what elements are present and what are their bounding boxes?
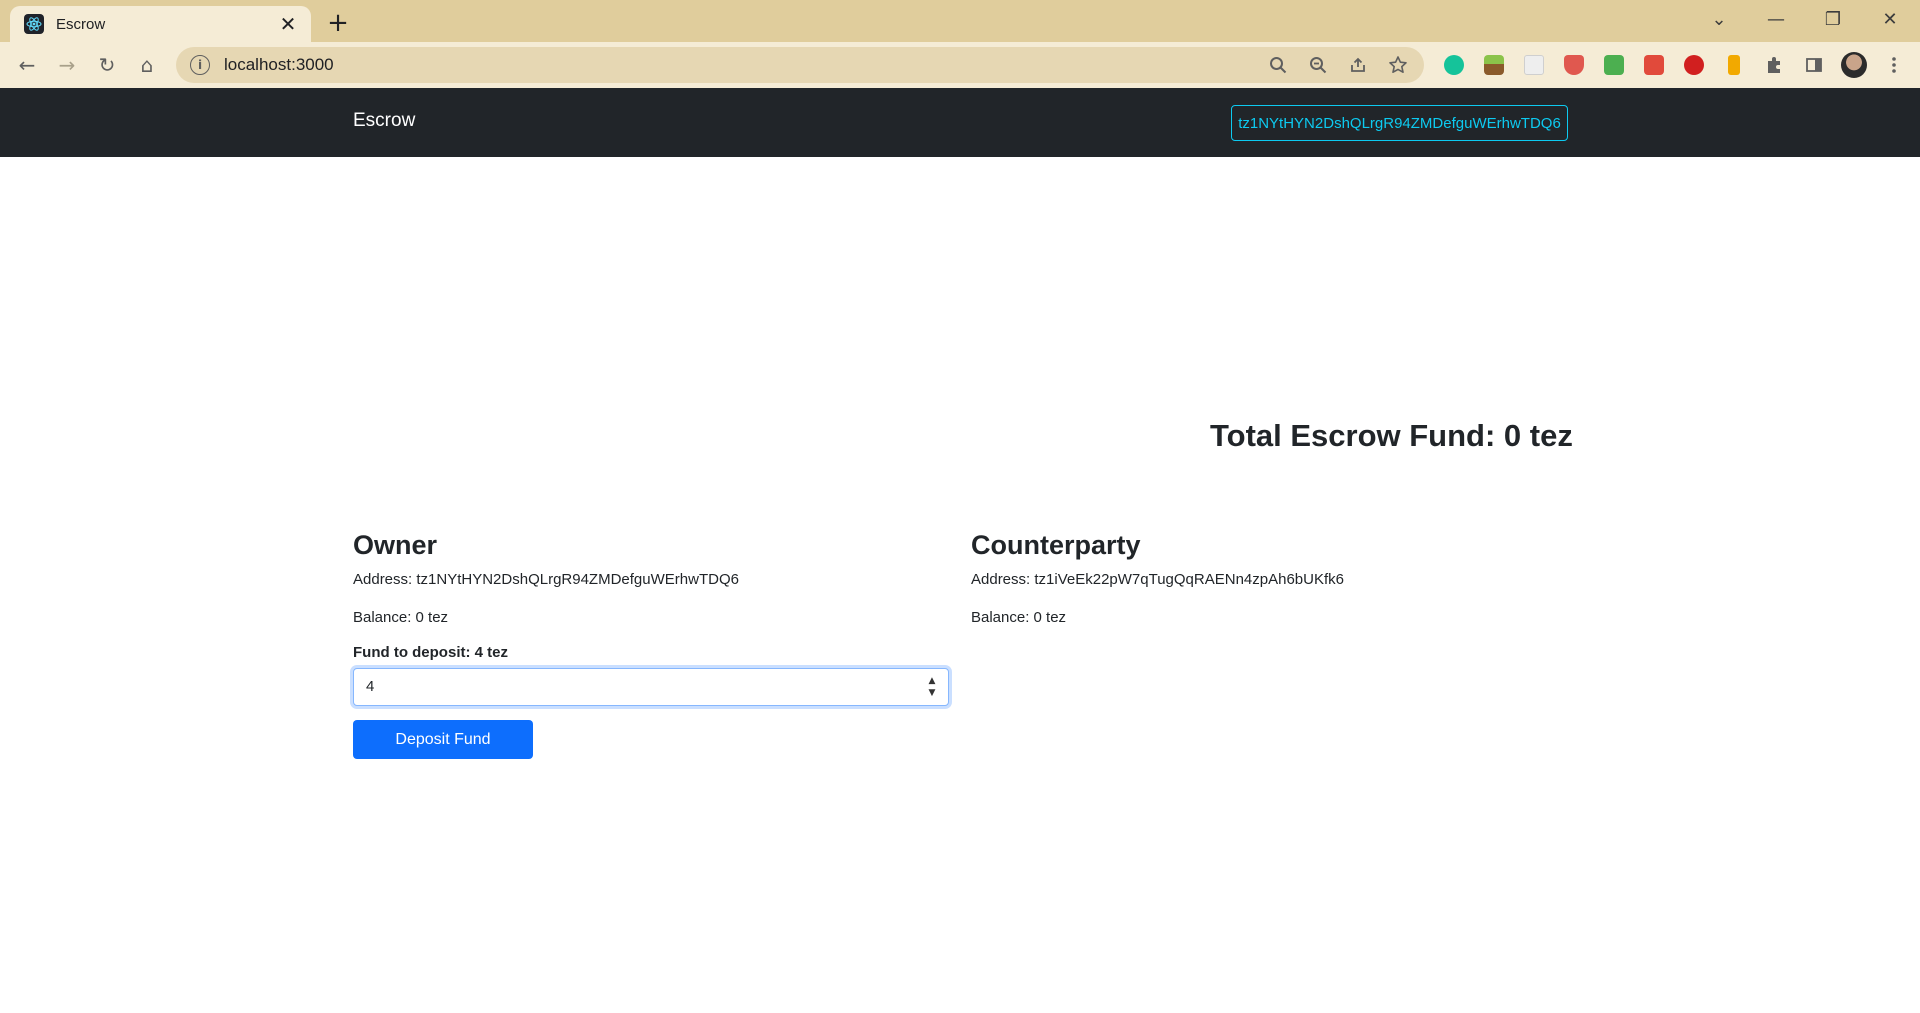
- grammarly-icon[interactable]: [1434, 47, 1474, 83]
- search-icon[interactable]: [1258, 47, 1298, 83]
- browser-chrome: Escrow ✕ + ⌄ — ❐ ✕ ← → ↻ ⌂ i localhost:3…: [0, 0, 1920, 88]
- omnibox-actions: [1258, 47, 1418, 83]
- extensions-bar: [1434, 47, 1914, 83]
- side-panel-icon[interactable]: [1794, 47, 1834, 83]
- extensions-puzzle-icon[interactable]: [1754, 47, 1794, 83]
- total-escrow-fund: Total Escrow Fund: 0 tez: [1210, 418, 1573, 453]
- extension-plant-icon[interactable]: [1474, 47, 1514, 83]
- counterparty-address: Address: tz1iVeEk22pW7qTugQqRAENn4zpAh6b…: [971, 571, 1344, 588]
- zoom-out-icon[interactable]: [1298, 47, 1338, 83]
- share-icon[interactable]: [1338, 47, 1378, 83]
- deposit-amount-value[interactable]: 4: [366, 678, 374, 695]
- star-icon[interactable]: [1378, 47, 1418, 83]
- extension-megaphone-icon[interactable]: [1634, 47, 1674, 83]
- navbar-brand[interactable]: Escrow: [353, 110, 415, 132]
- browser-toolbar: ← → ↻ ⌂ i localhost:3000: [0, 42, 1920, 88]
- owner-address: Address: tz1NYtHYN2DshQLrgR94ZMDefguWErh…: [353, 571, 739, 588]
- tab-title: Escrow: [56, 15, 106, 33]
- owner-title: Owner: [353, 530, 438, 560]
- home-icon[interactable]: ⌂: [129, 47, 165, 83]
- new-tab-icon[interactable]: +: [323, 8, 353, 38]
- restore-icon[interactable]: ❐: [1805, 0, 1861, 38]
- extension-hammer-icon[interactable]: [1714, 47, 1754, 83]
- app-navbar: Escrow tz1NYtHYN2DshQLrgR94ZMDefguWErhwT…: [0, 88, 1920, 157]
- extension-shield-icon[interactable]: [1554, 47, 1594, 83]
- deposit-label: Fund to deposit: 4 tez: [353, 644, 508, 661]
- profile-avatar[interactable]: [1834, 47, 1874, 83]
- owner-balance: Balance: 0 tez: [353, 609, 449, 626]
- react-favicon-icon: [24, 14, 44, 34]
- site-info-icon[interactable]: i: [190, 55, 210, 75]
- extension-check-icon[interactable]: [1594, 47, 1634, 83]
- reload-icon[interactable]: ↻: [89, 47, 125, 83]
- tab-strip: Escrow ✕ + ⌄ — ❐ ✕: [0, 0, 1920, 42]
- back-icon[interactable]: ←: [9, 47, 45, 83]
- spinner-down-icon[interactable]: ▼: [929, 688, 936, 698]
- url-text[interactable]: localhost:3000: [224, 55, 334, 75]
- browser-menu-icon[interactable]: [1874, 47, 1914, 83]
- minimize-icon[interactable]: —: [1748, 0, 1804, 38]
- deposit-amount-input[interactable]: 4 ▲ ▼: [353, 668, 949, 706]
- tab-search-icon[interactable]: ⌄: [1691, 0, 1747, 38]
- counterparty-title: Counterparty: [971, 530, 1141, 560]
- counterparty-balance: Balance: 0 tez: [971, 609, 1067, 626]
- address-bar[interactable]: i localhost:3000: [176, 47, 1424, 83]
- wallet-address-button[interactable]: tz1NYtHYN2DshQLrgR94ZMDefguWErhwTDQ6: [1231, 105, 1568, 141]
- extension-red-icon[interactable]: [1674, 47, 1714, 83]
- window-close-icon[interactable]: ✕: [1862, 0, 1918, 38]
- deposit-fund-button[interactable]: Deposit Fund: [353, 720, 533, 759]
- forward-icon[interactable]: →: [49, 47, 85, 83]
- number-spinner[interactable]: ▲ ▼: [926, 676, 938, 698]
- browser-tab[interactable]: Escrow ✕: [10, 6, 311, 42]
- spinner-up-icon[interactable]: ▲: [929, 676, 936, 686]
- tab-close-icon[interactable]: ✕: [277, 12, 299, 36]
- extension-doc-icon[interactable]: [1514, 47, 1554, 83]
